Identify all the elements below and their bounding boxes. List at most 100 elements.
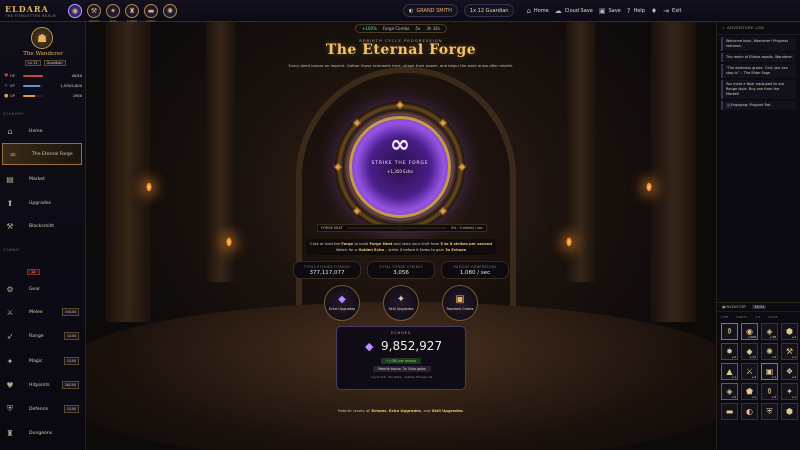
skill-count-badge: 1/100 [63, 357, 79, 365]
top-nav: ⌂ Home ☁ Cloud Save ▣ Save ? Help ♦ ⇥ Exit [520, 7, 681, 15]
right-panel: ✧ ADVENTURE LOG Welcome back, Wanderer! … [716, 22, 800, 450]
stat-value: 1,529/1,800 [60, 84, 82, 88]
market-icon: ▤ [6, 174, 14, 184]
top-hero-button[interactable]: ⚒ ANVILS [87, 3, 101, 23]
strike-value: +1,350 Echo [387, 169, 413, 174]
adventure-log[interactable]: Welcome back, Wanderer! Progress restore… [717, 37, 800, 110]
inventory-slot[interactable]: ⚱ [721, 323, 738, 340]
sidebar-item-dungeons[interactable]: ♜ Dungeons [0, 422, 86, 444]
forge-orb-icon: ◉ [71, 6, 79, 15]
inventory-slot[interactable]: ⛨ [761, 403, 778, 420]
sidebar-item-magic[interactable]: ✦ Magic 1/100 [0, 350, 86, 372]
nav-label: Save [608, 7, 621, 14]
sidebar-item-hitpoints[interactable]: ♥ Hitpoints 26/100 [0, 374, 86, 396]
inventory-slot[interactable]: ⚔ +4 [741, 363, 758, 380]
buildings-icon: ♜ [128, 6, 136, 15]
forge-stat-box: TOTAL FORGE STRIKES 3,056 [367, 261, 435, 279]
top-buildings-button[interactable]: ♜ FORGE [125, 3, 139, 23]
stat-label: GP [10, 94, 15, 98]
user-pill[interactable]: ◐ GRAND SMITH [403, 4, 458, 17]
log-entry: ⚔ Engaging: Plagued Rat [721, 101, 796, 110]
sidebar-item-defence[interactable]: ⛨ Defence 1/100 [0, 398, 86, 420]
inventory-slot[interactable]: ◆ +11 [741, 343, 758, 360]
inventory-sort-tab[interactable]: VALUE [768, 315, 778, 319]
skill-upgrades-button[interactable]: ✦ [383, 285, 419, 321]
nav-home-button[interactable]: ⌂ Home [526, 7, 548, 15]
inventory-slot[interactable]: ▬ [721, 403, 738, 420]
torch-icon [566, 237, 572, 247]
sidebar-item-the-eternal-forge[interactable]: ∞ The Eternal Forge [2, 143, 82, 165]
torch-icon [646, 182, 652, 192]
gear-icon: ⚙ [6, 284, 14, 294]
echo-upgrades-icon: ◆ [338, 293, 346, 305]
sidebar-item-market[interactable]: ▤ Market [0, 168, 86, 190]
inventory-slot[interactable]: ◈ +38 [761, 323, 778, 340]
inventory-slot[interactable]: ⚱ +4 [761, 383, 778, 400]
avatar[interactable]: ☗ [31, 27, 53, 49]
nav-cloud-save-button[interactable]: ☁ Cloud Save [555, 7, 593, 15]
item-quantity: +11 [749, 355, 756, 359]
sidebar-item-melee[interactable]: ⚔ Melee 33/100 [0, 301, 86, 323]
inventory-slot[interactable]: ⚒ +1 [781, 343, 798, 360]
inventory-slot[interactable]: ⬢ +2 [781, 323, 798, 340]
inventory-slot[interactable]: ⬢ [781, 403, 798, 420]
stat-value: 1900 [72, 94, 82, 98]
nav-label: Cloud Save [564, 7, 593, 14]
sidebar-item-bank[interactable]: ⬢Bank [0, 442, 86, 450]
sidebar-item-upgrades[interactable]: ⬆ Upgrades [0, 192, 86, 214]
item-quantity: +2 [731, 395, 736, 399]
stat-label: XP [10, 84, 15, 88]
range-icon: ➶ [6, 331, 14, 341]
top-tools-button[interactable]: ✦ SKILL [106, 3, 120, 23]
echoes-currency: Cycle 3/3 · full state · Golden Echoes: … [371, 375, 433, 379]
inventory-slot[interactable]: ✺ +3 [761, 343, 778, 360]
top-compass-button[interactable]: ✺ [163, 3, 177, 18]
item-icon: ⛨ [766, 406, 773, 416]
rebirth-text: Rebirth resets all [338, 408, 372, 413]
inventory-slot[interactable]: ✸ +2 [721, 343, 738, 360]
top-forge-orb-button[interactable]: ◉ [68, 3, 82, 18]
blacksmith-icon: ⚒ [6, 221, 14, 231]
page-title: The Eternal Forge [325, 42, 477, 58]
sidebar-item-label: Gear [29, 286, 41, 292]
nav-exit-button[interactable]: ⇥ Exit [663, 7, 681, 15]
mode-pill[interactable]: 1x 12 Guardian [463, 4, 515, 17]
echo-upgrades-button[interactable]: ◆ [324, 285, 360, 321]
inventory-slot[interactable]: ❖ +1 [781, 363, 798, 380]
inventory-slot[interactable]: ▲ +1 [721, 363, 738, 380]
inventory-sort-tab[interactable]: A-Z [755, 315, 760, 319]
inventory-slot[interactable]: ⬟ +1 [741, 383, 758, 400]
inventory-slot[interactable]: ✦ +1 [781, 383, 798, 400]
log-text: Engaging: Plagued Rat [730, 103, 771, 107]
save-icon: ▣ [598, 6, 606, 15]
sidebar-item-range[interactable]: ➶ Range 1/100 [0, 325, 86, 347]
item-quantity: +4 [771, 395, 776, 399]
sidebar-item-label: Magic [29, 358, 43, 364]
inventory-slot[interactable]: ◐ [741, 403, 758, 420]
inventory-sort-tab[interactable]: RARITY [736, 315, 747, 319]
upgrade-label: Skill Upgrades [388, 307, 414, 311]
sidebar-item-home[interactable]: ⌂ Home [0, 120, 86, 142]
player-name: The Wanderer [23, 51, 63, 57]
random-crates-button[interactable]: ▣ [442, 285, 478, 321]
inventory-slot[interactable]: ▣ +1 [761, 363, 778, 380]
torch-icon [146, 182, 152, 192]
inventory-sort-tab[interactable]: TYPE [721, 315, 728, 319]
item-quantity: +1 [771, 375, 776, 379]
nav-gem-button[interactable]: ♦ [651, 7, 657, 15]
log-text: Welcome back, Wanderer! Progress restore… [726, 39, 789, 48]
info-highlight: Golden Echo [358, 248, 385, 252]
echo-gem-icon: ◆ [365, 340, 374, 353]
inventory-slot[interactable]: ◉ +208 [741, 323, 758, 340]
sidebar-item-blacksmith[interactable]: ⚒ Blacksmith [0, 215, 86, 237]
stat-bar [23, 75, 43, 77]
top-chest-button[interactable]: ▬ CHEST [144, 3, 158, 23]
echoes-rate: +1,080 per second [381, 358, 421, 364]
stat-fill [23, 85, 40, 87]
nav-help-button[interactable]: ? Help [627, 7, 645, 15]
nav-save-button[interactable]: ▣ Save [599, 7, 621, 15]
forge-scene: +100% Forge Combo 5x 3h 34s REBIRTH CYCL… [86, 22, 716, 450]
user-icon: ◐ [409, 7, 414, 14]
inventory-slot[interactable]: ◈ +2 [721, 383, 738, 400]
sidebar-item-gear[interactable]: ⚙ Gear [0, 278, 86, 300]
